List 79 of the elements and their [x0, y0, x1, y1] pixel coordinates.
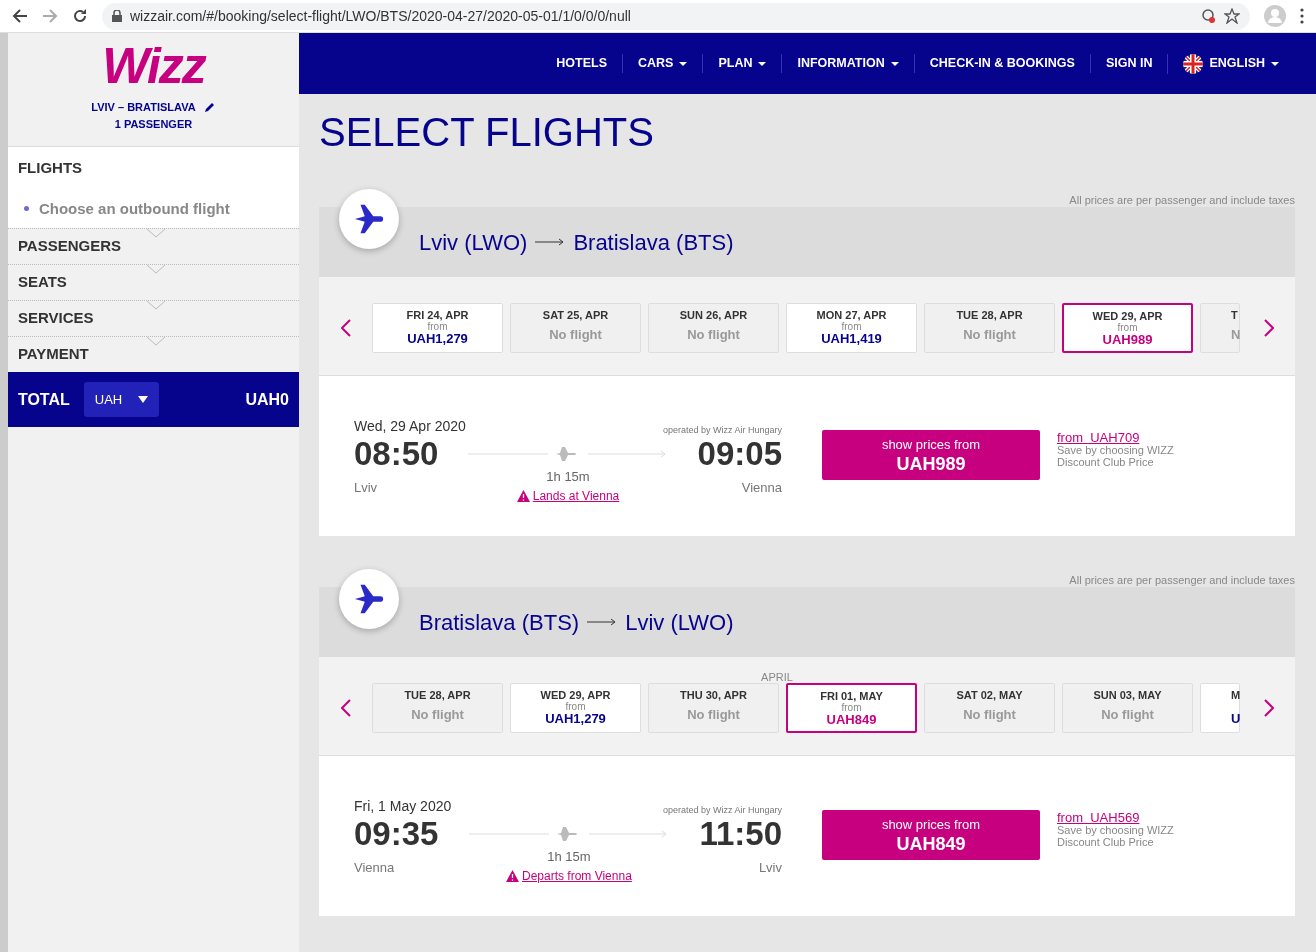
departure-city: Lviv	[354, 479, 379, 497]
total-amount: UAH0	[245, 389, 289, 410]
language-selector[interactable]: ENGLISH	[1167, 53, 1294, 74]
currency-dropdown[interactable]: UAH	[83, 381, 160, 418]
arrow-icon	[535, 238, 566, 246]
date-tile[interactable]: SUN 03, MAY No flight	[1062, 683, 1193, 733]
date-tile[interactable]: TUE 28, APR No flight	[924, 303, 1055, 353]
price-note: All prices are per passenger and include taxes	[1068, 573, 1295, 587]
departure-city: Vienna	[354, 859, 396, 877]
date-tile[interactable]: MON 27, APR from UAH1,419	[786, 303, 917, 353]
club-price-link[interactable]: from UAH709	[1057, 430, 1140, 445]
date-tile[interactable]: FRI 24, APR from UAH1,279	[372, 303, 503, 353]
date-tile[interactable]: M U	[1200, 683, 1240, 733]
date-tile[interactable]: T N	[1200, 303, 1240, 353]
step-label[interactable]: FLIGHTS	[17, 157, 83, 180]
location-icon[interactable]	[1200, 8, 1216, 24]
date-tile[interactable]: WED 29, APR from UAH1,279	[510, 683, 641, 733]
page-title: SELECT FLIGHTS	[319, 109, 655, 156]
step-label[interactable]: SERVICES	[17, 307, 94, 330]
arrival-city: Vienna	[741, 479, 782, 497]
nav-link[interactable]: CARS	[622, 54, 703, 73]
substep-label: Choose an outbound flight	[38, 198, 230, 219]
logo[interactable]: Wizz	[102, 41, 205, 91]
date-tile[interactable]: FRI 01, MAY from UAH849	[786, 683, 917, 733]
date-tile[interactable]: TUE 28, APR No flight	[372, 683, 503, 733]
destination-text: Lviv (LWO)	[625, 608, 734, 637]
date-tile[interactable]: WED 29, APR from UAH989	[1062, 303, 1193, 353]
club-note: Save by choosing WIZZ Discount Club Price	[1057, 444, 1175, 468]
stopover-link[interactable]: Departs from Vienna	[506, 866, 632, 885]
flight-date: Wed, 29 Apr 2020	[354, 417, 466, 436]
arrival-time: 09:05	[697, 437, 782, 470]
star-icon[interactable]	[1224, 8, 1240, 24]
step-label[interactable]: PASSENGERS	[17, 235, 121, 258]
route-text: LVIV – BRATISLAVA	[91, 100, 196, 115]
arrival-city: Lviv	[758, 859, 782, 877]
destination-text: Bratislava (BTS)	[573, 228, 734, 257]
show-prices-button[interactable]: show prices from UAH989	[822, 430, 1040, 480]
flight-date: Fri, 1 May 2020	[354, 797, 452, 816]
club-price-link[interactable]: from UAH569	[1057, 810, 1140, 825]
step-label[interactable]: PAYMENT	[17, 343, 89, 366]
flag-icon	[1183, 53, 1204, 74]
url-text: wizzair.com/#/booking/select-flight/LWO/BTS/2020-04-27/2020-05-01/1/0/0/0/null	[130, 6, 631, 26]
nav-link[interactable]: SIGN IN	[1089, 54, 1168, 73]
pencil-icon[interactable]	[203, 101, 216, 114]
reload-icon[interactable]	[72, 8, 88, 24]
stopover-link[interactable]: Lands at Vienna	[516, 486, 620, 505]
date-tile[interactable]: SAT 02, MAY No flight	[924, 683, 1055, 733]
nav-link[interactable]: HOTELS	[541, 54, 622, 73]
nav-link[interactable]: INFORMATION	[781, 54, 914, 73]
origin-text: Lviv (LWO)	[419, 228, 528, 257]
menu-icon[interactable]	[1300, 8, 1304, 24]
caret-icon	[138, 396, 149, 403]
date-tile[interactable]: SAT 25, APR No flight	[510, 303, 641, 353]
nav-link[interactable]: PLAN	[702, 54, 782, 73]
show-prices-button[interactable]: show prices from UAH849	[822, 810, 1040, 860]
date-tile[interactable]: SUN 26, APR No flight	[648, 303, 779, 353]
departure-time: 09:35	[354, 817, 439, 850]
origin-text: Bratislava (BTS)	[419, 608, 580, 637]
warning-icon	[506, 869, 519, 882]
warning-icon	[516, 489, 530, 502]
passenger-count: 1 PASSENGER	[114, 116, 193, 132]
duration-text: 1h 15m	[546, 468, 590, 486]
operator-text: operated by Wizz Air Hungary	[662, 423, 782, 437]
date-tile[interactable]: THU 30, APR No flight	[648, 683, 779, 733]
address-bar[interactable]: wizzair.com/#/booking/select-flight/LWO/BTS/2020-04-27/2020-05-01/1/0/0/0/null	[102, 2, 1250, 30]
back-icon[interactable]	[12, 8, 28, 24]
price-note: All prices are per passenger and include taxes	[1068, 193, 1295, 207]
step-label[interactable]: SEATS	[17, 271, 67, 294]
arrival-time: 11:50	[699, 817, 782, 850]
club-note: Save by choosing WIZZ Discount Club Price	[1057, 824, 1175, 848]
total-label: TOTAL	[17, 389, 70, 410]
operator-text: operated by Wizz Air Hungary	[662, 803, 782, 817]
arrow-icon	[587, 618, 618, 626]
departure-time: 08:50	[354, 437, 439, 470]
lock-icon	[112, 10, 122, 22]
nav-link[interactable]: CHECK-IN & BOOKINGS	[913, 54, 1090, 73]
duration-text: 1h 15m	[547, 848, 591, 866]
month-label: APRIL	[760, 670, 794, 683]
bullet-icon	[23, 206, 29, 212]
